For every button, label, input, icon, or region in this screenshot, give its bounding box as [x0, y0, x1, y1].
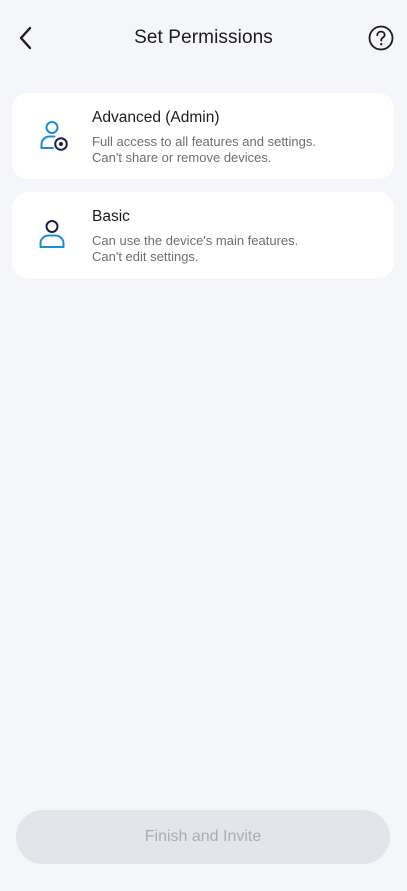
- option-title: Basic: [92, 208, 130, 225]
- option-description-line: Can use the device's main features.: [92, 233, 299, 248]
- option-description-line: Can't share or remove devices.: [92, 150, 272, 165]
- finish-and-invite-button[interactable]: Finish and Invite: [16, 810, 390, 864]
- user-gear-icon: [40, 121, 68, 151]
- option-description-line: Full access to all features and settings…: [92, 134, 317, 149]
- option-description-line: Can't edit settings.: [92, 249, 199, 264]
- top-bar: Set Permissions: [0, 0, 407, 80]
- help-circle-icon: [368, 25, 394, 51]
- option-description: Can use the device's main features. Can'…: [92, 233, 382, 265]
- option-title: Advanced (Admin): [92, 109, 220, 126]
- help-button[interactable]: [363, 20, 399, 56]
- option-basic[interactable]: Basic Can use the device's main features…: [12, 192, 394, 278]
- option-description: Full access to all features and settings…: [92, 134, 382, 166]
- user-icon: [39, 220, 65, 248]
- option-advanced-admin[interactable]: Advanced (Admin) Full access to all feat…: [12, 93, 394, 179]
- page-title: Set Permissions: [134, 27, 273, 48]
